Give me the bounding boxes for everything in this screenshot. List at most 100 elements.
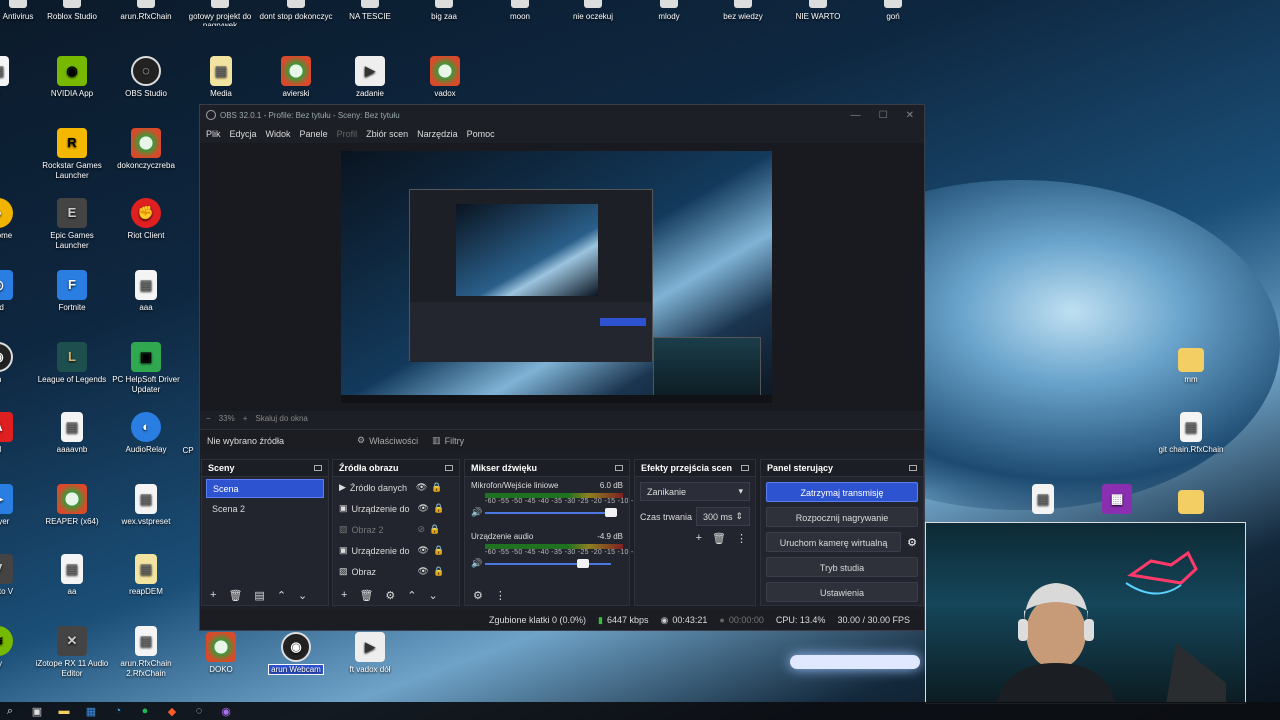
down-icon[interactable]: ⌄ [429, 589, 438, 602]
desktop-icon-gotowy[interactable]: gotowy projekt do nagrywek [180, 0, 260, 26]
desktop-icon-roblox[interactable]: Roblox Studio [32, 0, 112, 26]
menu-tools[interactable]: Narzędzia [417, 129, 458, 139]
desktop-icon-riot[interactable]: ✊ Riot Client [108, 198, 184, 241]
duration-input[interactable]: 300 ms ⇕ [696, 507, 750, 526]
volume-slider[interactable]: 🔊 [471, 507, 623, 518]
edge-icon[interactable]: ◔ [111, 704, 125, 718]
menu-scene-collection[interactable]: Zbiór scen [366, 129, 408, 139]
zoom-out-icon[interactable]: − [206, 414, 211, 423]
virtual-camera-button[interactable]: Uruchom kamerę wirtualną [766, 532, 902, 552]
lock-icon[interactable]: 🔒 [433, 566, 444, 577]
fit-to-window[interactable]: Skaluj do okna [255, 414, 307, 423]
desktop-icon-nieoczekuj[interactable]: nie oczekuj [553, 0, 633, 26]
zoom-in-icon[interactable]: + [243, 414, 248, 423]
spinner-icon[interactable]: ⇕ [735, 511, 743, 522]
desktop-icon-player[interactable]: ▶Player [0, 484, 36, 527]
desktop-icon-natescie[interactable]: NA TESCIE [330, 0, 410, 26]
title-bar[interactable]: OBS 32.0.1 - Profile: Bez tytułu - Sceny… [200, 105, 924, 125]
add-icon[interactable]: + [341, 589, 347, 601]
eye-icon[interactable]: 👁 [418, 545, 429, 556]
scene-item[interactable]: Scena [206, 479, 324, 498]
desktop-icon-moon[interactable]: moon [480, 0, 560, 26]
desktop-icon-webcam[interactable]: ◉ arun Webcam [258, 632, 334, 675]
up-icon[interactable]: ⌃ [277, 589, 286, 602]
obs-taskbar-icon[interactable]: ◌ [192, 704, 206, 718]
desktop-icon-obs[interactable]: ◌ OBS Studio [108, 56, 184, 99]
desktop-icon-bigzaa[interactable]: big zaa [404, 0, 484, 26]
desktop-icon-reapdem[interactable]: ▤ reapDEM [108, 554, 184, 597]
eye-icon[interactable]: 👁 [416, 482, 427, 493]
filters-button[interactable]: ▥ Filtry [432, 435, 464, 446]
desktop-icon-media[interactable]: ▤ Media [183, 56, 259, 99]
desktop-icon-dokonczy[interactable]: dokonczyczreba [108, 128, 184, 171]
desktop-icon-M[interactable]: AM [0, 412, 36, 455]
gear-icon[interactable]: ⚙ [907, 536, 917, 549]
down-icon[interactable]: ⌄ [298, 589, 307, 602]
source-item[interactable]: ▨ Obraz 2 ⊘ 🔒 [333, 519, 459, 540]
speaker-icon[interactable]: 🔊 [471, 507, 482, 518]
app-icon[interactable]: ◉ [219, 704, 233, 718]
filter-icon[interactable]: ▤ [254, 589, 264, 602]
desktop-icon-archive[interactable]: ▦ [1079, 484, 1155, 517]
close-icon[interactable]: ✕ [906, 110, 914, 121]
calculator-icon[interactable]: ▦ [84, 704, 98, 718]
eye-icon[interactable]: 👁 [418, 503, 429, 514]
add-icon[interactable]: + [696, 532, 702, 545]
up-icon[interactable]: ⌃ [407, 589, 416, 602]
desktop-icon-arunfx2[interactable]: ▤ arun.RfxChain 2.RfxChain [108, 626, 184, 679]
source-item[interactable]: ▶ Źródło danych 👁 🔒 [333, 477, 459, 498]
obs-window[interactable]: OBS 32.0.1 - Profile: Bez tytułu - Sceny… [199, 104, 925, 631]
desktop-icon-rockstar[interactable]: R Rockstar Games Launcher [34, 128, 110, 181]
desktop-icon-izotope[interactable]: ✕ iZotope RX 11 Audio Editor [34, 626, 110, 679]
eye-hidden-icon[interactable]: ⊘ [418, 524, 426, 535]
desktop-icon-reaper[interactable]: REAPER (x64) [34, 484, 110, 527]
settings-button[interactable]: Ustawienia [766, 582, 918, 602]
desktop-icon-zadanie[interactable]: ▶ zadanie [332, 56, 408, 99]
desktop-icon-gon[interactable]: goń [853, 0, 933, 26]
minimize-icon[interactable]: — [851, 110, 861, 121]
spotify-icon[interactable]: ● [138, 704, 152, 718]
lock-icon[interactable]: 🔒 [431, 482, 442, 493]
desktop-icon-mm[interactable]: mm [1153, 342, 1229, 385]
desktop-icon-niewarto[interactable]: NIE WARTO [778, 0, 858, 26]
desktop-icon-aaaavnb[interactable]: ▤ aaaavnb [34, 412, 110, 455]
file-explorer-icon[interactable]: ▬ [57, 704, 71, 718]
gear-icon[interactable]: ⚙ [385, 589, 395, 602]
desktop-icon-fortnite[interactable]: F Fortnite [34, 270, 110, 313]
desktop-icon-doc-right[interactable]: ▤ [1005, 484, 1081, 517]
desktop-icon-e[interactable]: ▤e [0, 56, 36, 99]
desktop-icon-ord[interactable]: ◎ord [0, 270, 36, 313]
desktop-icon-aa[interactable]: ▤ aa [34, 554, 110, 597]
undock-icon[interactable] [445, 465, 453, 471]
start-recording-button[interactable]: Rozpocznij nagrywanie [766, 507, 918, 527]
preview-area[interactable] [200, 143, 924, 411]
desktop-icon-doko[interactable]: DOKO [183, 632, 259, 675]
undock-icon[interactable] [615, 465, 623, 471]
desktop-icon-epic[interactable]: E Epic Games Launcher [34, 198, 110, 251]
menu-file[interactable]: Plik [206, 129, 221, 139]
trash-icon[interactable]: 🗑 [228, 589, 242, 602]
desktop-icon-chrome[interactable]: ●Chrome [0, 198, 36, 241]
scene-item[interactable]: Scena 2 [206, 500, 324, 519]
speaker-icon[interactable]: 🔊 [471, 558, 482, 569]
desktop-icon-gitchain[interactable]: ▤ git chain.RfxChain [1153, 412, 1229, 455]
desktop-icon-m[interactable]: ◉m [0, 342, 36, 385]
lock-icon[interactable]: 🔒 [433, 503, 444, 514]
maximize-icon[interactable]: ☐ [879, 110, 888, 121]
trash-icon[interactable]: 🗑 [359, 589, 373, 602]
desktop-icon-autov[interactable]: Vft Auto V [0, 554, 36, 597]
desktop-icon-vadox[interactable]: vadox [407, 56, 483, 99]
lock-icon[interactable]: 🔒 [429, 524, 440, 535]
desktop-icon-lol[interactable]: L League of Legends [34, 342, 110, 385]
menu-view[interactable]: Widok [266, 129, 291, 139]
desktop-icon-avierski[interactable]: avierski [258, 56, 334, 99]
menu-profile[interactable]: Profil [337, 129, 358, 139]
trash-icon[interactable]: 🗑 [712, 532, 726, 545]
menu-edit[interactable]: Edycja [230, 129, 257, 139]
source-item[interactable]: ▨ Obraz 👁 🔒 [333, 561, 459, 582]
menu-dots-icon[interactable]: ⋮ [736, 532, 747, 545]
slider-knob[interactable] [605, 508, 617, 517]
slider-knob[interactable] [577, 559, 589, 568]
menu-docks[interactable]: Panele [300, 129, 328, 139]
source-item[interactable]: ▣ Urządzenie do 👁 🔒 [333, 498, 459, 519]
